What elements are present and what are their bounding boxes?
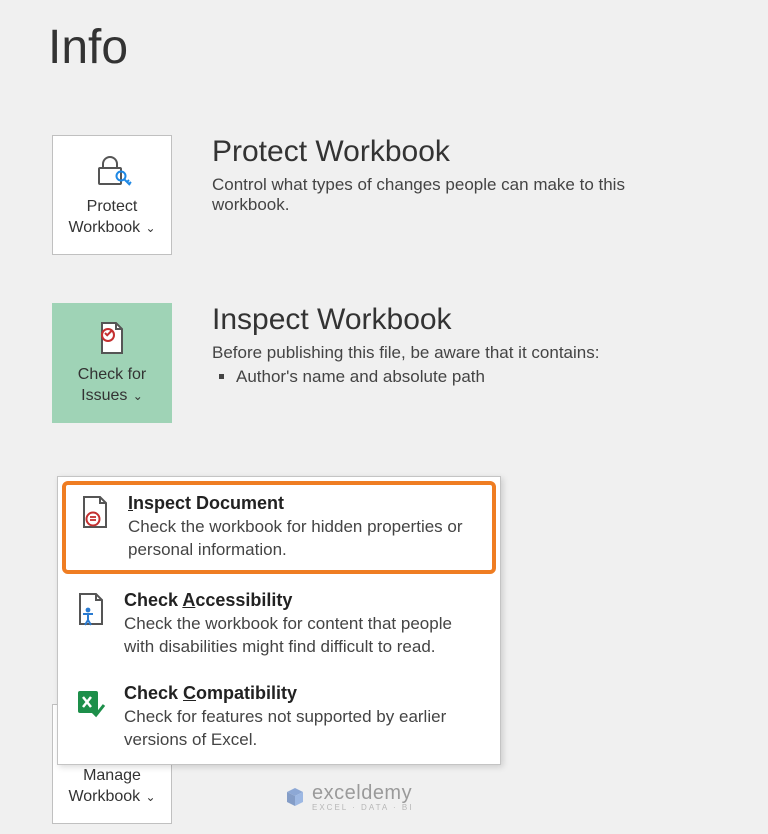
- inspect-bullets: Author's name and absolute path: [212, 367, 599, 387]
- protect-desc: Control what types of changes people can…: [212, 175, 692, 215]
- watermark-brand: exceldemy: [312, 782, 413, 805]
- menu-item-title: Inspect Document: [128, 493, 482, 514]
- chevron-down-icon: ⌄: [142, 221, 155, 235]
- document-check-icon: [94, 319, 130, 359]
- menu-check-compatibility[interactable]: Check Compatibility Check for features n…: [58, 671, 500, 764]
- page-title: Info: [48, 20, 768, 75]
- watermark: exceldemy EXCEL · DATA · BI: [284, 782, 413, 812]
- excel-check-icon: [74, 685, 110, 721]
- lock-key-icon: [92, 151, 132, 191]
- watermark-tagline: EXCEL · DATA · BI: [312, 803, 413, 812]
- tile-label: Protect Workbook ⌄: [68, 197, 155, 239]
- bullet-item: Author's name and absolute path: [236, 367, 599, 387]
- check-issues-dropdown: Inspect Document Check the workbook for …: [57, 476, 501, 765]
- menu-item-desc: Check the workbook for content that peop…: [124, 613, 486, 659]
- protect-section: Protect Workbook ⌄ Protect Workbook Cont…: [52, 135, 768, 255]
- protect-heading: Protect Workbook: [212, 135, 692, 169]
- check-for-issues-button[interactable]: Check for Issues ⌄: [52, 303, 172, 423]
- inspect-section: Check for Issues ⌄ Inspect Workbook Befo…: [52, 303, 768, 423]
- menu-item-desc: Check for features not supported by earl…: [124, 706, 486, 752]
- menu-item-title: Check Compatibility: [124, 683, 486, 704]
- menu-item-title: Check Accessibility: [124, 590, 486, 611]
- chevron-down-icon: ⌄: [129, 389, 142, 403]
- chevron-down-icon: ⌄: [142, 790, 155, 804]
- menu-inspect-document[interactable]: Inspect Document Check the workbook for …: [62, 481, 496, 574]
- tile-label: Manage Workbook ⌄: [68, 766, 155, 808]
- cube-icon: [284, 786, 306, 808]
- document-accessibility-icon: [74, 592, 110, 628]
- protect-workbook-button[interactable]: Protect Workbook ⌄: [52, 135, 172, 255]
- inspect-desc: Before publishing this file, be aware th…: [212, 343, 599, 363]
- menu-check-accessibility[interactable]: Check Accessibility Check the workbook f…: [58, 578, 500, 671]
- inspect-heading: Inspect Workbook: [212, 303, 599, 337]
- tile-label: Check for Issues ⌄: [78, 365, 146, 407]
- menu-item-desc: Check the workbook for hidden properties…: [128, 516, 482, 562]
- document-search-icon: [78, 495, 114, 531]
